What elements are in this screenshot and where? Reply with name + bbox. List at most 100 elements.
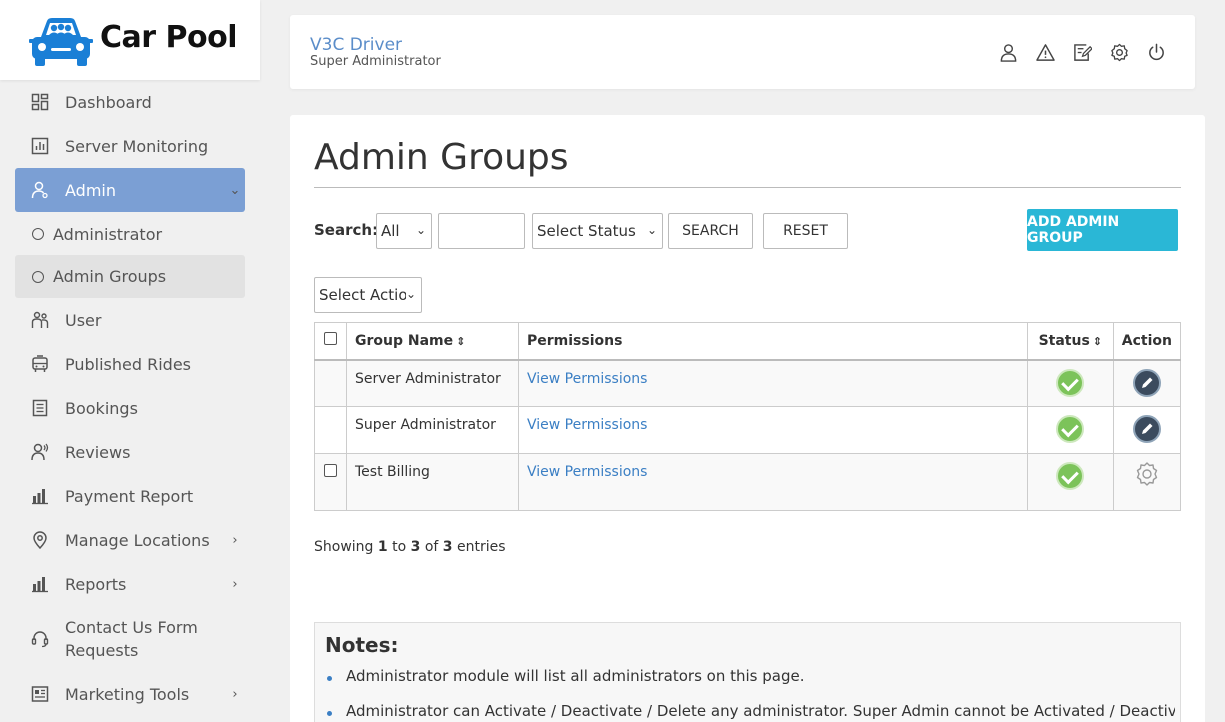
sidebar: Car Pool Dashboard Server Monitoring Adm… — [0, 0, 260, 722]
circle-icon — [32, 228, 44, 240]
warning-icon[interactable] — [1035, 42, 1056, 63]
page-title: Admin Groups — [314, 137, 569, 178]
chevron-down-icon: ⌄ — [405, 287, 416, 301]
document-icon — [15, 399, 65, 417]
column-header-group-name[interactable]: Group Name ⇕ — [346, 322, 519, 361]
admin-icon — [15, 181, 65, 199]
sidebar-item-label: Administrator — [53, 224, 163, 244]
admin-groups-table: Group Name ⇕ Permissions Status ⇕ Action S… — [314, 322, 1182, 511]
status-active-icon[interactable] — [1056, 415, 1085, 443]
group-name: Test Billing — [346, 453, 519, 511]
settings-icon[interactable] — [1109, 42, 1130, 63]
edit-icon[interactable] — [1132, 415, 1161, 443]
sidebar-item-reports[interactable]: Reports › — [15, 563, 245, 605]
edit-icon[interactable] — [1132, 368, 1161, 397]
car-pool-logo-icon — [29, 18, 93, 66]
entries-info: Showing 1 to 3 of 3 entries — [314, 539, 506, 555]
chevron-down-icon: ⌄ — [415, 223, 426, 237]
chevron-right-icon: › — [232, 532, 238, 548]
group-name: Super Administrator — [346, 406, 519, 454]
add-admin-group-button[interactable]: ADD ADMIN GROUP — [1027, 209, 1178, 251]
bulk-action-select-value: Select Action — [319, 286, 418, 304]
sidebar-item-label: Published Rides — [65, 354, 192, 374]
sidebar-item-user[interactable]: User — [15, 299, 245, 341]
reset-button[interactable]: RESET — [763, 213, 848, 249]
sidebar-item-label-line2: Requests — [65, 641, 139, 660]
sidebar-item-label: Payment Report — [65, 486, 194, 506]
bulk-action-select[interactable]: Select Action ⌄ — [314, 277, 422, 313]
bar-chart-icon — [15, 487, 65, 505]
sidebar-item-manage-locations[interactable]: Manage Locations › — [15, 519, 245, 561]
chevron-down-icon: ⌄ — [229, 182, 241, 198]
headset-icon — [15, 630, 65, 648]
table-row: Super Administrator View Permissions — [314, 406, 1182, 454]
status-select-value: Select Status — [537, 222, 636, 240]
power-icon[interactable] — [1146, 42, 1167, 63]
column-header-action: Action — [1112, 322, 1182, 361]
users-icon — [15, 311, 65, 329]
search-input[interactable] — [438, 213, 525, 249]
select-all-checkbox[interactable] — [324, 332, 337, 346]
select-all-header — [314, 322, 347, 361]
row-checkbox[interactable] — [324, 464, 337, 477]
sort-icon: ⇕ — [456, 334, 466, 348]
status-active-icon[interactable] — [1056, 462, 1085, 490]
divider — [314, 187, 1181, 188]
sidebar-item-label: Manage Locations — [65, 530, 210, 550]
dashboard-icon — [15, 93, 65, 111]
table-row: Test Billing View Permissions — [314, 453, 1182, 511]
column-header-permissions: Permissions — [518, 322, 1028, 361]
top-header: V3C Driver Super Administrator — [290, 15, 1195, 89]
sidebar-item-payment-report[interactable]: Payment Report — [15, 475, 245, 517]
table-row: Server Administrator View Permissions — [314, 359, 1182, 407]
sidebar-item-reviews[interactable]: Reviews — [15, 431, 245, 473]
edit-icon[interactable] — [1072, 42, 1093, 63]
user-icon[interactable] — [998, 42, 1019, 63]
search-button[interactable]: SEARCH — [668, 213, 753, 249]
header-icons — [998, 42, 1167, 63]
main-content: Admin Groups Search: All ⌄ Select Status… — [290, 115, 1205, 722]
sidebar-item-admin[interactable]: Admin ⌄ — [15, 168, 245, 212]
search-label: Search: — [314, 221, 379, 239]
status-active-icon[interactable] — [1056, 368, 1085, 397]
app-name: Car Pool — [100, 20, 238, 55]
search-field-select[interactable]: All ⌄ — [376, 213, 432, 249]
logo[interactable]: Car Pool — [0, 0, 260, 80]
sidebar-item-label: Marketing Tools — [65, 684, 190, 704]
sidebar-item-published-rides[interactable]: Published Rides — [15, 343, 245, 385]
notes-list: Administrator module will list all admin… — [325, 667, 1175, 722]
status-select[interactable]: Select Status ⌄ — [532, 213, 663, 249]
sidebar-item-marketing-tools[interactable]: Marketing Tools › — [15, 673, 245, 715]
view-permissions-link[interactable]: View Permissions — [527, 464, 647, 480]
note-item: Administrator can Activate / Deactivate … — [325, 702, 1175, 722]
chevron-right-icon: › — [232, 576, 238, 592]
sidebar-item-dashboard[interactable]: Dashboard — [15, 81, 245, 123]
sidebar-item-label: Admin — [65, 180, 116, 200]
sort-icon: ⇕ — [1092, 334, 1102, 348]
sidebar-item-server-monitoring[interactable]: Server Monitoring — [15, 125, 245, 167]
sidebar-item-admin-groups[interactable]: Admin Groups — [15, 255, 245, 298]
sidebar-item-bookings[interactable]: Bookings — [15, 387, 245, 429]
sidebar-item-label: Bookings — [65, 398, 138, 418]
column-header-status[interactable]: Status ⇕ — [1026, 322, 1114, 361]
view-permissions-link[interactable]: View Permissions — [527, 417, 647, 433]
view-permissions-link[interactable]: View Permissions — [527, 371, 647, 387]
sidebar-item-label: Admin Groups — [53, 267, 167, 286]
sidebar-item-label: Reviews — [65, 442, 131, 462]
sidebar-item-contact-us-form-requests[interactable]: Contact Us Form Requests — [15, 611, 245, 667]
sidebar-item-label: Server Monitoring — [65, 136, 209, 156]
search-field-select-value: All — [381, 222, 400, 240]
chevron-down-icon: ⌄ — [646, 223, 657, 237]
circle-icon — [32, 270, 44, 283]
gear-icon[interactable] — [1133, 460, 1161, 488]
sidebar-item-label-line1: Contact Us Form — [65, 618, 198, 637]
note-item: Administrator module will list all admin… — [325, 667, 1175, 702]
sidebar-item-label: User — [65, 310, 102, 330]
sidebar-item-administrator[interactable]: Administrator — [15, 213, 245, 255]
user-name: V3C Driver — [310, 35, 403, 55]
location-icon — [15, 531, 65, 549]
sidebar-item-label: Reports — [65, 574, 127, 594]
sidebar-item-label: Dashboard — [65, 92, 152, 112]
user-role: Super Administrator — [310, 54, 441, 69]
bus-icon — [15, 355, 65, 373]
